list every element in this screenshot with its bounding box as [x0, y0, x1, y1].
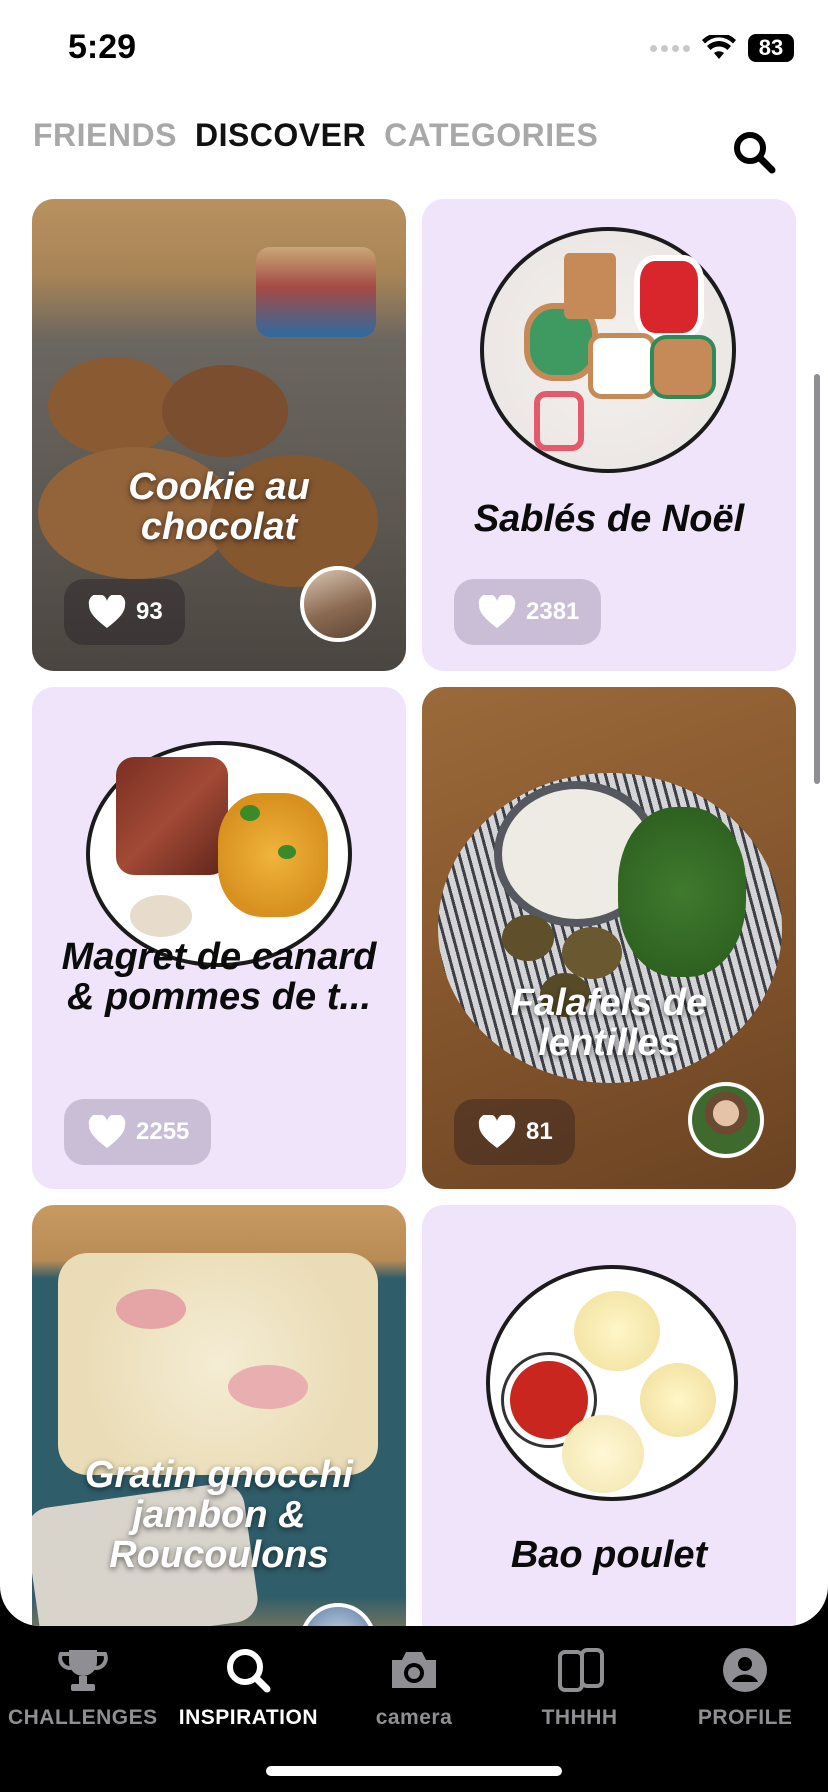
- recipe-card[interactable]: Sablés de Noël 2381: [422, 199, 796, 671]
- nav-label: PROFILE: [697, 1706, 793, 1729]
- signal-icon: [650, 44, 690, 52]
- nav-profile[interactable]: PROFILE: [662, 1626, 828, 1792]
- camera-icon: [391, 1652, 436, 1688]
- profile-icon: [723, 1648, 768, 1692]
- trophy-icon: [57, 1650, 108, 1691]
- like-button[interactable]: 2381: [454, 579, 602, 645]
- search-icon[interactable]: [732, 130, 776, 174]
- recipe-title: Cookie au chocolat: [128, 466, 310, 548]
- recipe-title: Magret de canard & pommes de t...: [61, 936, 377, 1018]
- tab-friends[interactable]: FRIENDS: [33, 117, 177, 154]
- heart-icon: [88, 595, 126, 628]
- phone-stack-icon: [557, 1648, 604, 1692]
- top-tabs: FRIENDS DISCOVER CATEGORIES: [33, 117, 598, 154]
- author-avatar[interactable]: [300, 566, 376, 642]
- like-button[interactable]: 81: [454, 1099, 575, 1165]
- like-count: 2381: [526, 598, 580, 625]
- author-avatar[interactable]: [688, 1082, 764, 1158]
- like-count: 81: [526, 1118, 553, 1145]
- home-indicator[interactable]: [266, 1766, 562, 1776]
- nav-label: THHHH: [541, 1706, 618, 1729]
- status-time: 5:29: [68, 28, 137, 66]
- recipe-card[interactable]: Magret de canard & pommes de t... 2255: [32, 687, 406, 1189]
- scroll-indicator[interactable]: [814, 374, 820, 784]
- dish-image: [86, 741, 352, 967]
- wifi-icon: [702, 35, 736, 59]
- like-button[interactable]: 2255: [64, 1099, 212, 1165]
- app-screen: 5:29 83 FRIENDS DISCOVER CATEGORIES Cook…: [0, 0, 828, 1626]
- recipe-title: Bao poulet: [510, 1534, 708, 1576]
- like-button[interactable]: 93: [64, 579, 185, 645]
- recipe-title: Sablés de Noël: [473, 498, 745, 540]
- nav-label: INSPIRATION: [178, 1706, 319, 1729]
- like-count: 2255: [136, 1118, 190, 1145]
- nav-label: CHALLENGES: [7, 1706, 158, 1729]
- nav-label: camera: [375, 1706, 453, 1729]
- dish-image: [486, 1265, 738, 1501]
- dish-image: [480, 227, 736, 473]
- recipe-card[interactable]: Falafels de lentilles 81: [422, 687, 796, 1189]
- tab-categories[interactable]: CATEGORIES: [384, 117, 598, 154]
- recipe-card[interactable]: Bao poulet: [422, 1205, 796, 1626]
- recipe-card[interactable]: Gratin gnocchi jambon & Roucoulons: [32, 1205, 406, 1626]
- status-icons: 83: [650, 34, 794, 62]
- recipe-card[interactable]: Cookie au chocolat 93: [32, 199, 406, 671]
- nav-challenges[interactable]: CHALLENGES: [0, 1626, 166, 1792]
- heart-icon: [88, 1115, 126, 1148]
- tab-discover[interactable]: DISCOVER: [195, 117, 366, 154]
- heart-icon: [478, 1115, 516, 1148]
- recipe-title: Gratin gnocchi jambon & Roucoulons: [84, 1454, 354, 1576]
- like-count: 93: [136, 598, 163, 625]
- battery-icon: 83: [748, 34, 794, 62]
- search-icon: [227, 1649, 271, 1693]
- heart-icon: [478, 595, 516, 628]
- recipe-title: Falafels de lentilles: [510, 982, 708, 1064]
